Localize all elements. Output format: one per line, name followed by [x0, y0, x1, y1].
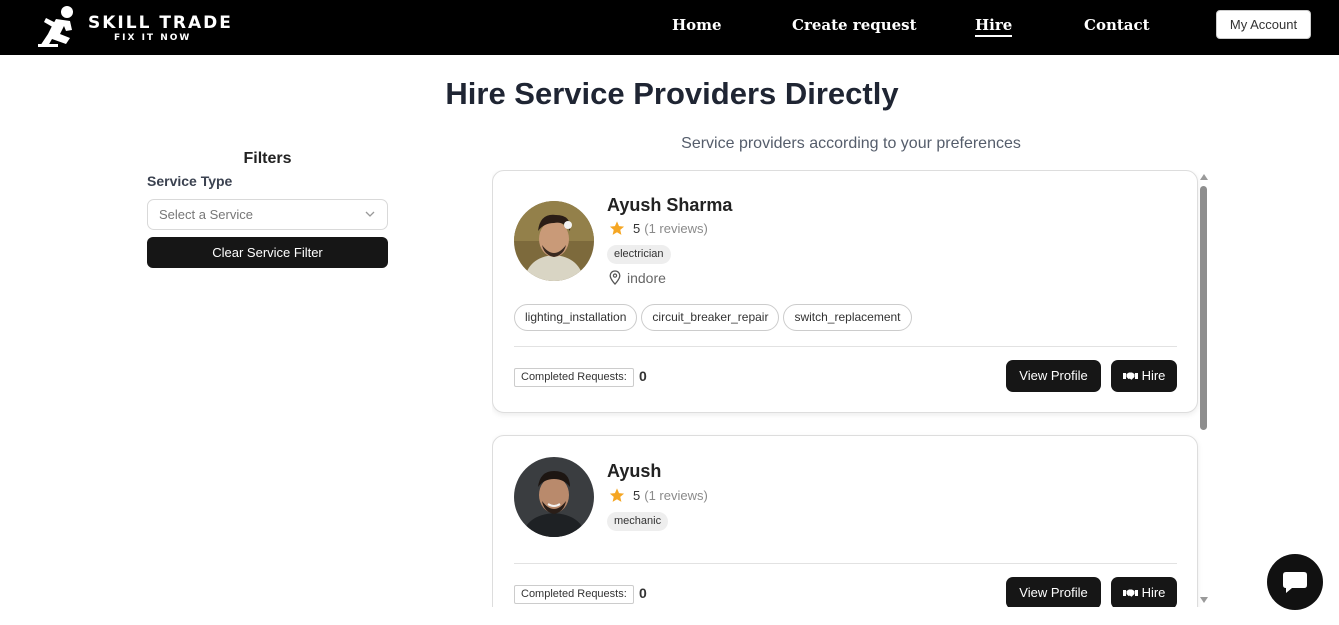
hire-label: Hire: [1141, 368, 1166, 383]
my-account-button[interactable]: My Account: [1216, 10, 1311, 39]
category-badge: mechanic: [607, 512, 669, 531]
skill-tag: lighting_installation: [514, 304, 638, 331]
provider-name[interactable]: Ayush: [607, 461, 661, 482]
provider-name[interactable]: Ayush Sharma: [607, 195, 732, 216]
page-title: Hire Service Providers Directly: [445, 76, 899, 111]
review-count: (1 reviews): [644, 488, 708, 503]
service-type-label: Service Type: [147, 173, 233, 189]
card-divider: [514, 346, 1177, 347]
provider-card: Ayush 5 (1 reviews) mechanic Completed Re…: [492, 435, 1198, 607]
handshake-icon: [1122, 372, 1138, 380]
chat-icon: [1283, 572, 1307, 593]
clear-service-filter-button[interactable]: Clear Service Filter: [147, 237, 388, 268]
scroll-down-arrow[interactable]: [1200, 597, 1208, 603]
completed-requests-label: Completed Requests:: [514, 585, 634, 604]
nav-home[interactable]: Home: [672, 16, 722, 34]
card-divider: [514, 563, 1177, 564]
hire-button[interactable]: Hire: [1111, 577, 1177, 607]
avatar[interactable]: [514, 201, 594, 281]
completed-requests-label: Completed Requests:: [514, 368, 634, 387]
skill-tag: switch_replacement: [783, 304, 912, 331]
skill-tags: lighting_installation circuit_breaker_rep…: [514, 304, 916, 331]
hire-button[interactable]: Hire: [1111, 360, 1177, 392]
star-icon: [609, 221, 625, 235]
chevron-down-icon: [365, 211, 375, 217]
service-type-select[interactable]: Select a Service: [147, 199, 388, 230]
top-navbar: SKILL TRADE FIX IT NOW Home Create reque…: [0, 0, 1339, 55]
hire-label: Hire: [1141, 585, 1166, 600]
provider-list[interactable]: Ayush Sharma 5 (1 reviews) electrician in…: [492, 170, 1212, 607]
nav-create-request[interactable]: Create request: [792, 16, 917, 34]
chat-button[interactable]: [1267, 554, 1323, 610]
logo-figure-icon: [38, 6, 73, 47]
handshake-icon: [1122, 589, 1138, 597]
provider-card: Ayush Sharma 5 (1 reviews) electrician in…: [492, 170, 1198, 413]
service-select-value: Select a Service: [159, 207, 253, 222]
logo-subtitle: FIX IT NOW: [114, 33, 192, 43]
location-text: indore: [627, 270, 666, 286]
results-subtitle: Service providers according to your pref…: [681, 135, 1021, 152]
provider-location: indore: [609, 270, 666, 286]
nav-hire[interactable]: Hire: [975, 16, 1013, 37]
rating-value: 5: [633, 488, 641, 503]
view-profile-button[interactable]: View Profile: [1006, 360, 1101, 392]
logo-title: SKILL TRADE: [88, 13, 233, 33]
avatar[interactable]: [514, 457, 594, 537]
completed-requests-count: 0: [639, 585, 647, 601]
view-profile-button[interactable]: View Profile: [1006, 577, 1101, 607]
scroll-up-arrow[interactable]: [1200, 174, 1208, 180]
category-badge: electrician: [607, 245, 671, 264]
skill-tag: circuit_breaker_repair: [641, 304, 780, 331]
provider-list-scrollbar[interactable]: [1197, 170, 1210, 607]
provider-rating: 5 (1 reviews): [608, 487, 708, 507]
location-pin-icon: [609, 270, 621, 285]
completed-requests-count: 0: [639, 368, 647, 384]
rating-value: 5: [633, 221, 641, 236]
brand-logo[interactable]: SKILL TRADE FIX IT NOW: [36, 4, 231, 48]
provider-rating: 5 (1 reviews): [608, 220, 708, 240]
scrollbar-thumb[interactable]: [1200, 186, 1207, 430]
star-icon: [609, 488, 625, 502]
review-count: (1 reviews): [644, 221, 708, 236]
filters-heading: Filters: [243, 150, 292, 167]
nav-contact[interactable]: Contact: [1084, 16, 1150, 34]
